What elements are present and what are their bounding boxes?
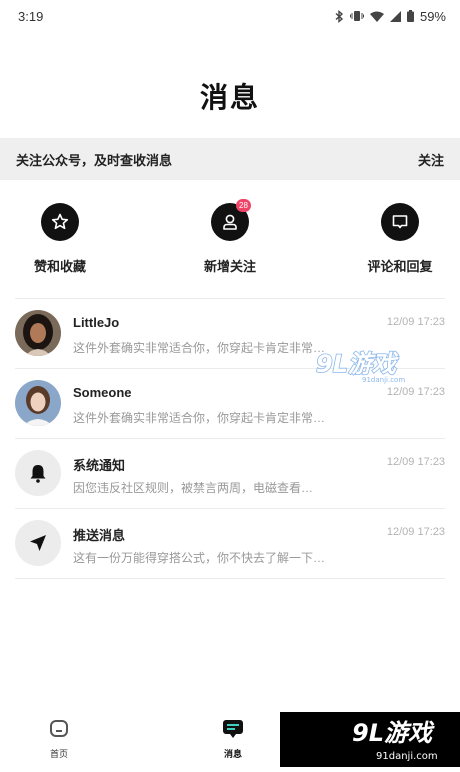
quick-actions: 赞和收藏 28 新增关注 评论和回复 — [0, 199, 460, 283]
message-icon — [203, 718, 263, 745]
bell-icon — [15, 450, 61, 496]
page-title: 消息 — [199, 82, 260, 113]
avatar — [15, 380, 61, 426]
wifi-icon — [369, 11, 384, 22]
sender-name: 推送消息 — [73, 528, 126, 543]
message-row-system-notice[interactable]: 系统通知 因您违反社区规则，被禁言两周，电磁查看… 12/09 17:23 — [15, 439, 445, 509]
nav-messages[interactable]: 消息 — [203, 718, 263, 760]
message-time: 12/09 17:23 — [386, 316, 445, 328]
bottom-navigation: 首页 消息 — [0, 712, 280, 767]
watermark-corner: 9L游戏 91danji.com — [280, 712, 460, 767]
quick-action-label: 赞和收藏 — [33, 259, 86, 274]
message-time: 12/09 17:23 — [386, 386, 445, 398]
nav-label: 首页 — [49, 749, 68, 759]
battery-icon — [406, 10, 414, 22]
follow-button[interactable]: 关注 — [418, 150, 444, 169]
message-preview: 这件外套确实非常适合你，你穿起卡肯定非常… — [73, 341, 326, 355]
message-list: LittleJo 这件外套确实非常适合你，你穿起卡肯定非常… 12/09 17:… — [15, 298, 445, 579]
signal-icon — [389, 10, 401, 22]
svg-text:91danji.com: 91danji.com — [362, 376, 405, 384]
svg-text:91danji.com: 91danji.com — [376, 751, 438, 762]
bluetooth-icon — [335, 9, 344, 23]
message-row-push[interactable]: 推送消息 这有一份万能得穿搭公式，你不快去了解一下… 12/09 17:23 — [15, 509, 445, 579]
message-preview: 这有一份万能得穿搭公式，你不快去了解一下… — [73, 551, 326, 565]
new-followers-button[interactable]: 28 新增关注 — [170, 199, 290, 275]
message-time: 12/09 17:23 — [386, 456, 445, 468]
person-icon: 28 — [211, 199, 251, 241]
send-icon — [15, 520, 61, 566]
quick-action-label: 评论和回复 — [367, 259, 433, 274]
home-icon — [29, 718, 89, 745]
battery-percent: 59% — [419, 8, 446, 24]
nav-home[interactable]: 首页 — [29, 718, 89, 760]
status-time: 3:19 — [18, 8, 44, 24]
vibrate-icon — [349, 10, 364, 22]
status-icons: 59% — [335, 9, 446, 24]
star-icon — [41, 203, 79, 241]
nav-label: 消息 — [223, 749, 242, 759]
message-preview: 因您违反社区规则，被禁言两周，电磁查看… — [73, 481, 314, 495]
sender-name: Someone — [73, 385, 132, 400]
watermark-logo: 9L游戏 91danji.com — [315, 346, 412, 386]
message-preview: 这件外套确实非常适合你，你穿起卡肯定非常… — [73, 411, 326, 425]
comment-icon — [381, 203, 419, 241]
sender-name: 系统通知 — [73, 458, 126, 473]
notification-badge: 28 — [236, 199, 251, 212]
follow-banner: 关注公众号，及时查收消息 关注 — [0, 138, 460, 180]
sender-name: LittleJo — [73, 315, 120, 330]
svg-text:9L游戏: 9L游戏 — [316, 350, 399, 378]
svg-text:9L游戏: 9L游戏 — [352, 719, 435, 747]
banner-text: 关注公众号，及时查收消息 — [16, 152, 173, 168]
message-time: 12/09 17:23 — [386, 526, 445, 538]
comments-and-replies-button[interactable]: 评论和回复 — [340, 203, 460, 275]
likes-and-favorites-button[interactable]: 赞和收藏 — [0, 203, 120, 275]
status-bar: 3:19 59% — [0, 0, 460, 32]
quick-action-label: 新增关注 — [203, 259, 256, 274]
avatar — [15, 310, 61, 356]
